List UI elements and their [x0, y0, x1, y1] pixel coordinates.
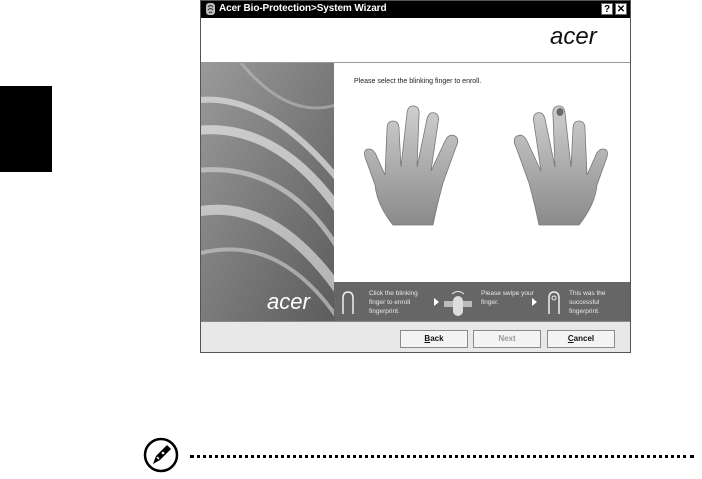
step-2-label: Please swipe your finger.: [481, 290, 534, 306]
close-button[interactable]: ✕: [615, 3, 627, 15]
next-button[interactable]: Next: [473, 330, 541, 348]
help-button[interactable]: ?: [601, 3, 613, 15]
right-hand-image[interactable]: [505, 105, 609, 231]
cancel-button[interactable]: Cancel: [547, 330, 615, 348]
fingerprint-success-icon: [548, 291, 560, 314]
step-1-label: Click the blinking finger to enroll fing…: [369, 290, 418, 315]
step-arrow-icon: [434, 298, 439, 306]
wizard-button-bar: Back Next Cancel: [201, 322, 630, 352]
side-acer-logo: acer: [267, 289, 311, 314]
step-arrow-icon: [532, 298, 537, 306]
blinking-finger-marker[interactable]: [556, 108, 564, 116]
note-pen-icon: [143, 437, 179, 473]
system-wizard-window: Acer Bio-Protection>System Wizard ? ✕ ac…: [200, 0, 631, 353]
step-3-label: This was the successful fingerprint.: [569, 290, 606, 315]
back-button[interactable]: Back: [400, 330, 468, 348]
fingerprint-shield-icon: [206, 3, 215, 15]
title-bar: Acer Bio-Protection>System Wizard ? ✕: [201, 1, 630, 18]
step-success: This was the successful fingerprint.: [539, 282, 630, 321]
left-hand-image[interactable]: [363, 105, 467, 231]
wizard-art-panel: acer: [201, 63, 334, 321]
step-swipe-finger: Please swipe your finger.: [441, 282, 534, 321]
back-button-label: ack: [430, 334, 444, 343]
step-click-finger: Click the blinking finger to enroll fing…: [334, 282, 432, 321]
finger-icon: [342, 291, 354, 314]
page-side-tab: [0, 86, 52, 172]
cancel-button-label: ancel: [573, 334, 595, 343]
acer-logo: acer: [550, 24, 598, 50]
svg-text:acer: acer: [550, 24, 598, 50]
note-dotted-rule: [190, 455, 694, 458]
window-title: Acer Bio-Protection>System Wizard: [219, 3, 387, 14]
wizard-header: acer: [201, 18, 630, 62]
swipe-finger-icon: [444, 291, 472, 316]
instruction-text: Please select the blinking finger to enr…: [354, 78, 482, 85]
enroll-steps-bar: Click the blinking finger to enroll fing…: [334, 282, 630, 321]
